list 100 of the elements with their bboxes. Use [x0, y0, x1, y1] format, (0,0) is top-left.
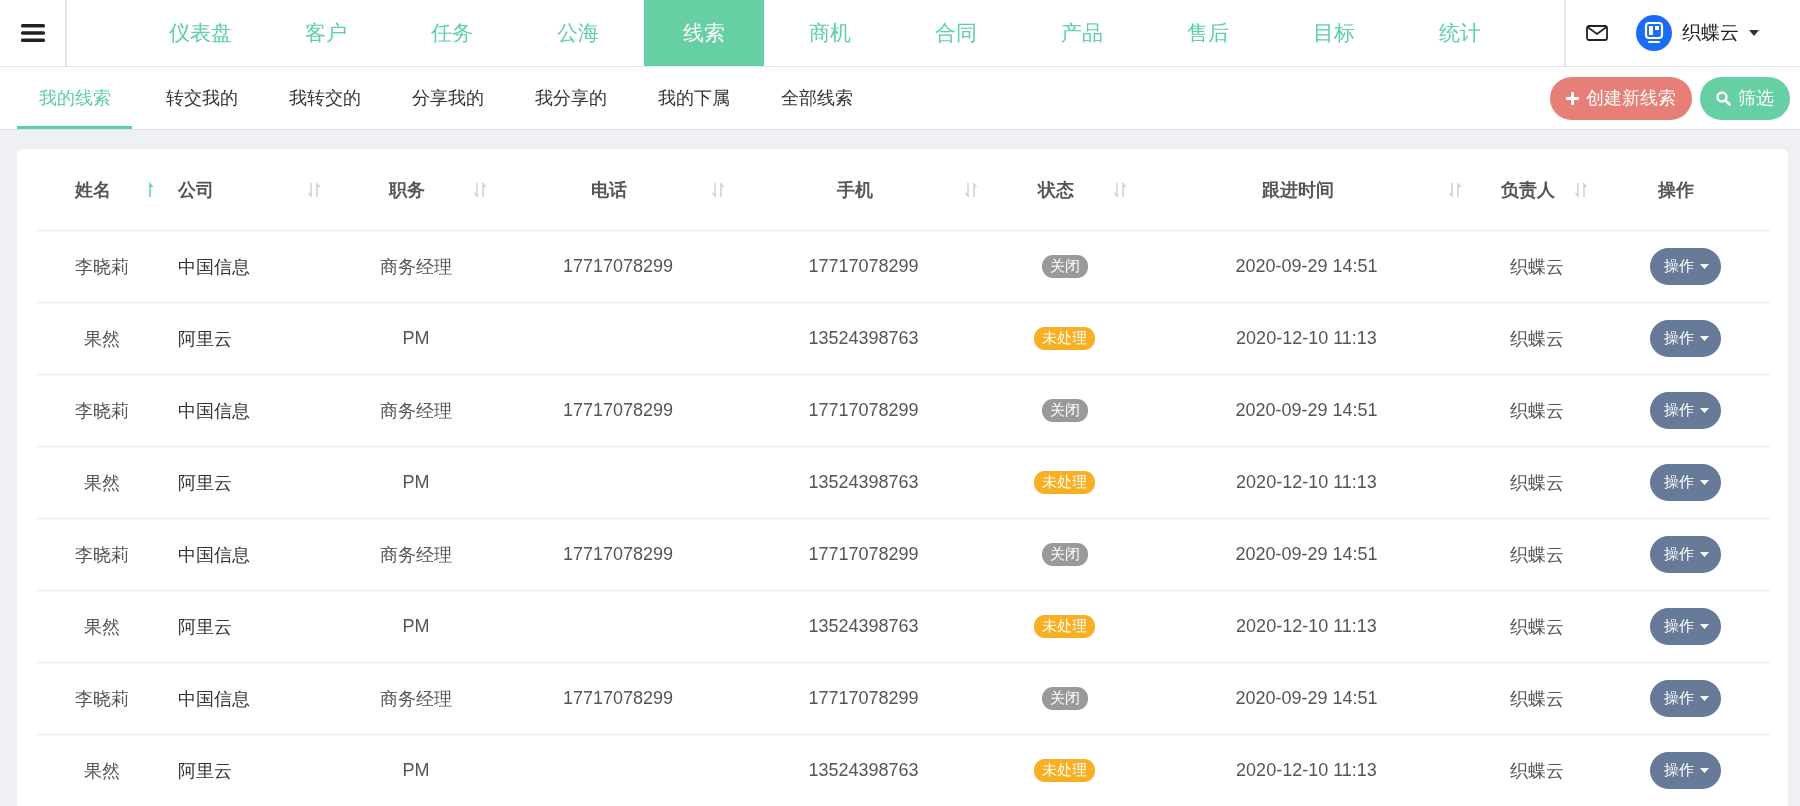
table-cell: PM	[402, 616, 430, 637]
table-cell: 13524398763	[808, 472, 919, 493]
action-button[interactable]: 操作	[1649, 680, 1721, 717]
sub-tab[interactable]: 转交我的	[140, 67, 263, 129]
status-badge: 关闭	[1041, 543, 1088, 566]
table-cell: PM	[402, 760, 430, 781]
table-cell: 17717078299	[562, 688, 674, 709]
table-cell-text: 织蝶云	[1510, 471, 1564, 495]
table-cell: PM	[402, 328, 430, 349]
sub-tab[interactable]: 我的下属	[632, 67, 755, 129]
sort-icon[interactable]	[711, 182, 725, 198]
status-badge: 未处理	[1034, 759, 1095, 782]
column-header[interactable]: 跟进时间	[1261, 177, 1334, 202]
status-badge: 关闭	[1041, 687, 1088, 710]
sort-icon[interactable]	[1574, 182, 1588, 198]
column-header[interactable]: 状态	[1037, 177, 1074, 202]
table-cell: 17717078299	[562, 400, 674, 421]
table-cell-text: 李晓莉	[74, 255, 129, 279]
table-cell: 13524398763	[808, 616, 919, 637]
caret-icon	[1699, 768, 1709, 773]
action-button[interactable]: 操作	[1649, 320, 1721, 357]
column-header[interactable]: 姓名	[74, 177, 111, 202]
status-badge: 未处理	[1034, 327, 1095, 350]
menu-icon[interactable]	[20, 23, 45, 43]
column-header[interactable]: 负责人	[1501, 177, 1555, 202]
table-cell-text: 阿里云	[178, 615, 232, 639]
sub-tab[interactable]: 全部线索	[755, 67, 878, 129]
mail-icon[interactable]	[1586, 25, 1608, 41]
sub-tab[interactable]: 分享我的	[386, 67, 509, 129]
sub-tab[interactable]: 我转交的	[263, 67, 386, 129]
status-badge: 未处理	[1034, 471, 1095, 494]
caret-icon[interactable]	[1749, 30, 1759, 36]
sort-icon[interactable]	[1448, 182, 1462, 198]
table-cell: 17717078299	[808, 400, 919, 421]
column-header[interactable]: 公司	[178, 177, 214, 202]
action-button[interactable]: 操作	[1649, 248, 1721, 285]
table-cell-text: 果然	[83, 471, 120, 495]
table-cell: 17717078299	[808, 688, 919, 709]
sort-icon[interactable]	[964, 182, 978, 198]
table-cell-text: 李晓莉	[74, 399, 129, 423]
sub-tab[interactable]: 我分享的	[509, 67, 632, 129]
caret-icon	[1699, 408, 1709, 413]
table-cell: 13524398763	[808, 328, 919, 349]
status-badge: 关闭	[1041, 255, 1088, 278]
table-cell: 17717078299	[808, 544, 919, 565]
table-cell-text: 织蝶云	[1510, 327, 1564, 351]
sort-icon[interactable]	[307, 182, 321, 198]
table-cell: 2020-09-29 14:51	[1235, 256, 1378, 277]
table-cell-text: 织蝶云	[1510, 255, 1564, 279]
column-header[interactable]: 操作	[1658, 177, 1694, 202]
table-cell: 2020-09-29 14:51	[1235, 400, 1378, 421]
sort-icon[interactable]	[1113, 182, 1127, 198]
caret-icon	[1699, 696, 1709, 701]
table-cell-text: 织蝶云	[1510, 759, 1564, 783]
table-cell-text: 中国信息	[178, 687, 250, 711]
table-cell: 17717078299	[808, 256, 919, 277]
table-cell-text: 织蝶云	[1510, 615, 1564, 639]
caret-icon	[1699, 480, 1709, 485]
status-badge: 关闭	[1041, 399, 1088, 422]
caret-icon	[1699, 264, 1709, 269]
action-button[interactable]: 操作	[1649, 752, 1721, 789]
caret-icon	[1699, 336, 1709, 341]
caret-icon	[1699, 624, 1709, 629]
search-icon	[1716, 90, 1731, 106]
status-badge: 未处理	[1034, 615, 1095, 638]
table-cell-text: 李晓莉	[74, 687, 129, 711]
action-button[interactable]: 操作	[1649, 464, 1721, 501]
user-name[interactable]: 织蝶云	[1682, 20, 1739, 46]
table-cell-text: 果然	[83, 615, 120, 639]
action-button[interactable]: 操作	[1649, 536, 1721, 573]
column-header[interactable]: 电话	[591, 177, 627, 202]
table-cell-text: 商务经理	[380, 255, 452, 279]
table-cell-text: 商务经理	[380, 687, 452, 711]
caret-icon	[1699, 552, 1709, 557]
table-cell: PM	[402, 472, 430, 493]
table-cell: 2020-09-29 14:51	[1235, 688, 1378, 709]
plus-icon	[1566, 91, 1579, 105]
create-button[interactable]: 创建新线索	[1550, 76, 1692, 120]
table-cell-text: 织蝶云	[1510, 687, 1564, 711]
table-cell-text: 果然	[83, 327, 120, 351]
table-cell-text: 李晓莉	[74, 543, 129, 567]
table-cell-text: 阿里云	[178, 471, 232, 495]
column-header[interactable]: 职务	[389, 177, 425, 202]
table-cell-text: 果然	[83, 759, 120, 783]
table-cell: 2020-12-10 11:13	[1236, 472, 1377, 493]
table-cell: 2020-12-10 11:13	[1236, 616, 1377, 637]
sort-icon[interactable]	[473, 182, 487, 198]
table-cell: 2020-09-29 14:51	[1235, 544, 1378, 565]
table-cell: 17717078299	[562, 256, 674, 277]
action-button[interactable]: 操作	[1649, 608, 1721, 645]
table-cell-text: 织蝶云	[1510, 543, 1564, 567]
table-cell-text: 商务经理	[380, 543, 452, 567]
action-button[interactable]: 操作	[1649, 392, 1721, 429]
avatar-icon[interactable]	[1636, 15, 1672, 51]
column-header[interactable]: 手机	[836, 177, 873, 202]
table-cell-text: 阿里云	[178, 759, 232, 783]
table-cell: 2020-12-10 11:13	[1236, 328, 1377, 349]
table-cell-text: 中国信息	[178, 255, 250, 279]
table-cell-text: 中国信息	[178, 399, 250, 423]
table-cell: 13524398763	[808, 760, 919, 781]
